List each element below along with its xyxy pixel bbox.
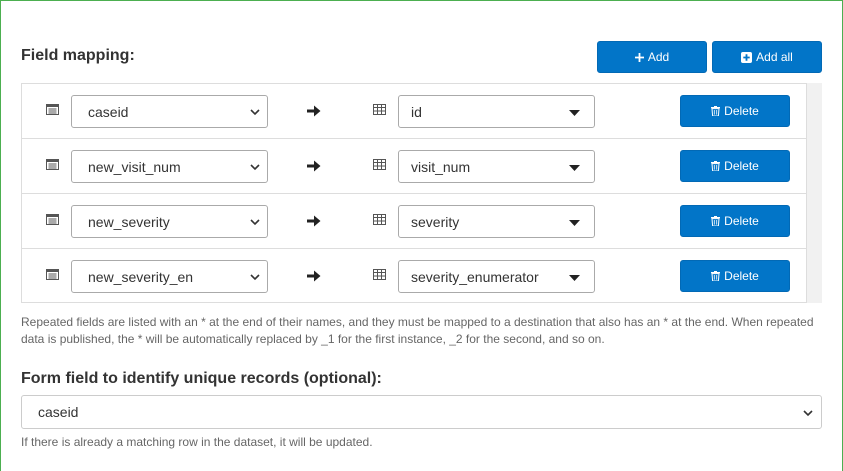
arrow-right-icon xyxy=(307,270,321,282)
source-field-value: new_visit_num xyxy=(88,158,181,175)
delete-button-label: Delete xyxy=(724,104,759,118)
chevron-down-icon xyxy=(250,164,260,171)
delete-button[interactable]: Delete xyxy=(680,260,790,292)
mapping-row: new_visit_num visit_num Delete xyxy=(22,139,806,194)
caret-down-icon xyxy=(569,165,580,171)
chevron-down-icon xyxy=(250,109,260,116)
destination-field-select[interactable]: severity_enumerator xyxy=(398,260,595,293)
source-field-select[interactable]: caseid xyxy=(71,95,268,128)
trash-icon xyxy=(711,161,721,171)
trash-icon xyxy=(711,106,721,116)
chevron-down-icon xyxy=(803,410,813,417)
add-all-button[interactable]: Add all xyxy=(712,41,822,73)
destination-field-select[interactable]: id xyxy=(398,95,595,128)
chevron-down-icon xyxy=(250,274,260,281)
arrow-right-icon xyxy=(307,160,321,172)
unique-records-select[interactable]: caseid xyxy=(21,395,822,429)
chevron-down-icon xyxy=(250,219,260,226)
source-field-value: new_severity xyxy=(88,213,170,230)
source-field-select[interactable]: new_visit_num xyxy=(71,150,268,183)
delete-button[interactable]: Delete xyxy=(680,95,790,127)
trash-icon xyxy=(711,216,721,226)
list-icon xyxy=(46,104,59,115)
table-icon xyxy=(373,269,386,280)
unique-records-title: Form field to identify unique records (o… xyxy=(21,370,382,387)
source-field-value: new_severity_en xyxy=(88,268,194,285)
unique-records-value: caseid xyxy=(38,404,79,420)
list-icon xyxy=(46,159,59,170)
caret-down-icon xyxy=(569,220,580,226)
table-icon xyxy=(373,104,386,115)
list-icon xyxy=(46,269,59,280)
add-button-label: Add xyxy=(647,50,670,64)
field-mapping-list: caseid id Delete new_visit_num visit_num… xyxy=(21,83,807,303)
list-icon xyxy=(46,214,59,225)
mapping-row: new_severity_en severity_enumerator Dele… xyxy=(22,249,806,304)
delete-button-label: Delete xyxy=(724,214,759,228)
trash-icon xyxy=(711,271,721,281)
arrow-right-icon xyxy=(307,215,321,227)
arrow-right-icon xyxy=(307,105,321,117)
add-all-button-label: Add all xyxy=(756,50,793,64)
source-field-value: caseid xyxy=(88,103,129,120)
destination-field-value: id xyxy=(411,103,422,120)
source-field-select[interactable]: new_severity xyxy=(71,205,268,238)
destination-field-value: severity xyxy=(411,213,460,230)
plus-icon xyxy=(634,52,644,62)
add-button[interactable]: Add xyxy=(597,41,707,73)
caret-down-icon xyxy=(569,110,580,116)
mapping-scrollbar[interactable] xyxy=(807,83,822,303)
destination-field-select[interactable]: severity xyxy=(398,205,595,238)
mapping-row: caseid id Delete xyxy=(22,84,806,139)
field-mapping-title: Field mapping: xyxy=(21,47,135,64)
repeated-fields-hint: Repeated fields are listed with an * at … xyxy=(21,315,814,346)
delete-button[interactable]: Delete xyxy=(680,150,790,182)
delete-button[interactable]: Delete xyxy=(680,205,790,237)
unique-records-hint: If there is already a matching row in th… xyxy=(21,435,373,449)
source-field-select[interactable]: new_severity_en xyxy=(71,260,268,293)
destination-field-value: severity_enumerator xyxy=(411,268,539,285)
destination-field-value: visit_num xyxy=(411,158,471,175)
plus-square-icon xyxy=(741,51,753,63)
table-icon xyxy=(373,159,386,170)
table-icon xyxy=(373,214,386,225)
delete-button-label: Delete xyxy=(724,269,759,283)
delete-button-label: Delete xyxy=(724,159,759,173)
destination-field-select[interactable]: visit_num xyxy=(398,150,595,183)
mapping-row: new_severity severity Delete xyxy=(22,194,806,249)
caret-down-icon xyxy=(569,275,580,281)
